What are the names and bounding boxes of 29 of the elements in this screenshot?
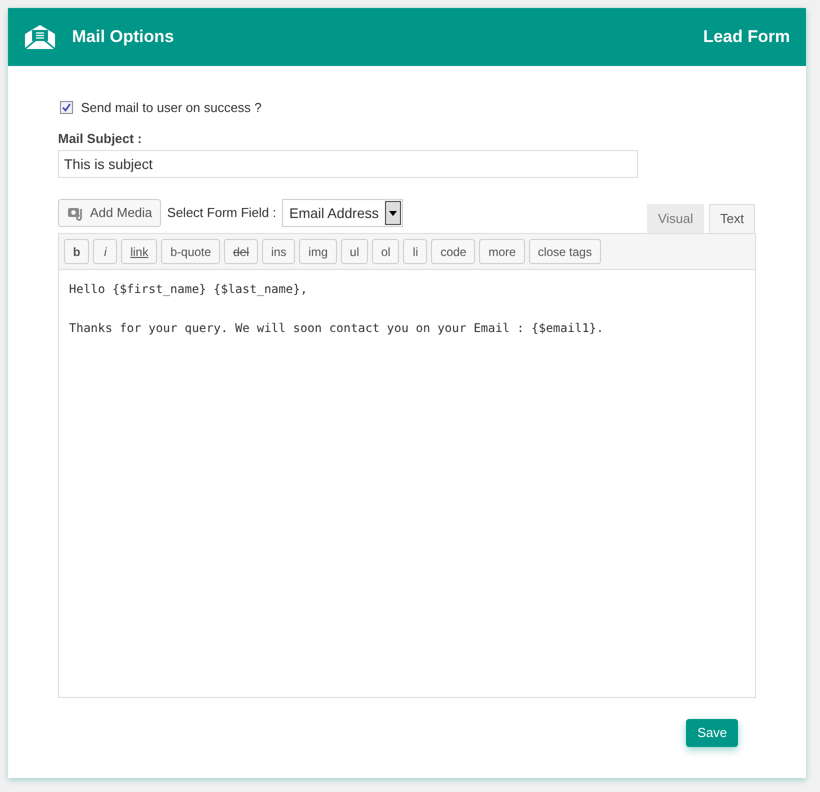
editor-tab[interactable]: Visual [646,204,704,233]
form-field-label: Select Form Field : [167,204,276,222]
quicktag-button[interactable]: ins [262,239,296,264]
camera-music-icon [67,205,85,221]
check-icon [62,103,71,112]
quicktag-button[interactable]: b-quote [161,239,220,264]
quicktag-button[interactable]: img [299,239,337,264]
quicktag-button[interactable]: ul [340,239,368,264]
subject-field[interactable]: This is subject [58,150,638,178]
save-button[interactable]: Save [686,719,738,747]
quicktag-button[interactable]: i [93,239,118,264]
checkbox[interactable] [60,101,73,114]
form-field-select[interactable]: Email Address [282,199,403,227]
editor-tab[interactable]: Text [709,204,755,233]
envelope-icon [24,24,56,50]
quicktag-button[interactable]: close tags [528,239,601,264]
quicktag-button[interactable]: more [479,239,525,264]
checkbox-label: Send mail to user on success ? [81,99,262,117]
editor-textarea[interactable]: Hello {$first_name} {$last_name}, Thanks for your query. We will soon contact you on your Email : {$email1}. [58,270,756,698]
quicktag-button[interactable]: ol [372,239,400,264]
quicktag-button[interactable]: li [403,239,428,264]
quicktag-button[interactable]: del [224,239,258,264]
header-title: Mail Options [72,26,174,48]
subject-label: Mail Subject : [58,130,142,148]
quicktag-button[interactable]: code [431,239,476,264]
quicktag-button[interactable]: link [121,239,158,264]
quicktag-button[interactable]: b [64,239,90,264]
add-media-button[interactable]: Add Media [58,199,162,227]
form-name: Lead Form [703,26,790,48]
